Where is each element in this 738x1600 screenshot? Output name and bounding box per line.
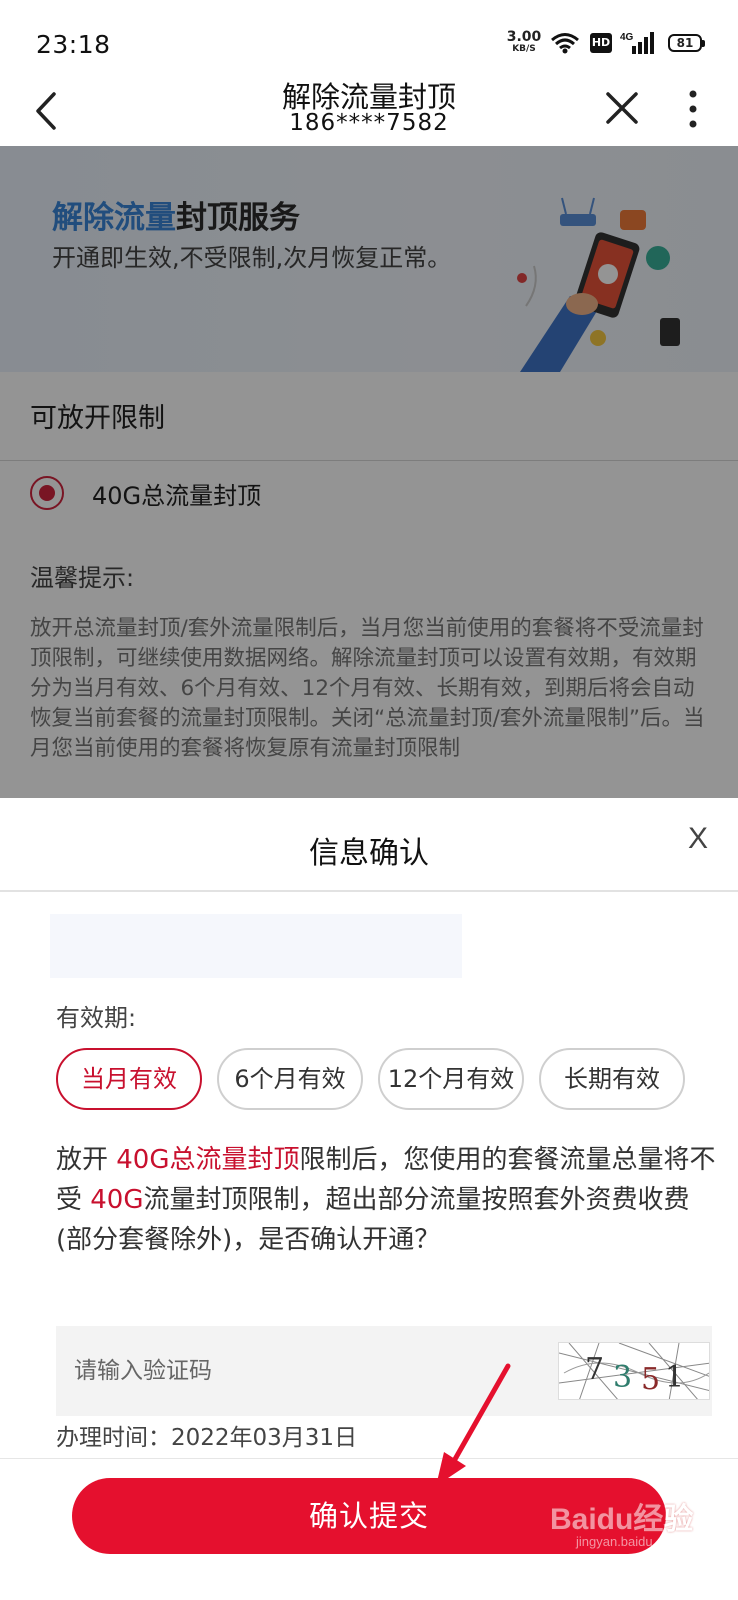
signal-4g-icon: 4G: [620, 32, 654, 54]
close-icon[interactable]: [600, 86, 644, 130]
confirm-description: 放开 40G总流量封顶限制后，您使用的套餐流量总量将不受 40G流量封顶限制，超…: [56, 1145, 716, 1255]
captcha-row: 7 3 5 1: [56, 1326, 712, 1416]
pointer-arrow-icon: [436, 1363, 511, 1486]
more-icon[interactable]: [678, 84, 708, 134]
handle-time: 办理时间：2022年03月31日: [56, 1425, 358, 1451]
chip-current-month[interactable]: 当月有效: [56, 1048, 202, 1110]
watermark-logo: Baidu经验 jingyan.baidu.com: [550, 1503, 694, 1549]
chip-6-months[interactable]: 6个月有效: [217, 1048, 363, 1110]
confirm-sheet: 信息确认 X 有效期: 当月有效 6个月有效 12个月有效 长期有效 放开 40…: [0, 798, 738, 1600]
validity-options: 当月有效 6个月有效 12个月有效 长期有效: [56, 1048, 696, 1112]
sheet-title: 信息确认: [309, 836, 429, 871]
captcha-digit: 1: [665, 1360, 684, 1395]
captcha-image[interactable]: 7 3 5 1: [558, 1342, 710, 1400]
chip-long-term[interactable]: 长期有效: [539, 1048, 685, 1110]
hd-icon: HD: [590, 33, 612, 53]
info-placeholder: [50, 914, 462, 978]
divider: [0, 890, 738, 892]
network-speed: 3.00 KB/S: [506, 29, 542, 54]
chip-12-months[interactable]: 12个月有效: [378, 1048, 524, 1110]
modal-overlay[interactable]: [0, 146, 738, 798]
svg-text:4G: 4G: [620, 32, 634, 43]
divider: [0, 1458, 738, 1459]
nav-bar: 解除流量封顶 186****7582: [0, 80, 738, 146]
status-time: 23:18: [36, 30, 111, 59]
sheet-close-button[interactable]: X: [688, 822, 708, 856]
status-bar: 23:18 3.00 KB/S HD 4G 81: [0, 0, 738, 80]
captcha-digit: 5: [641, 1362, 660, 1397]
wifi-icon: [551, 33, 579, 54]
captcha-digit: 7: [585, 1352, 604, 1387]
captcha-digit: 3: [613, 1360, 632, 1395]
battery-icon: 81: [668, 34, 705, 52]
validity-label: 有效期:: [56, 1004, 137, 1032]
